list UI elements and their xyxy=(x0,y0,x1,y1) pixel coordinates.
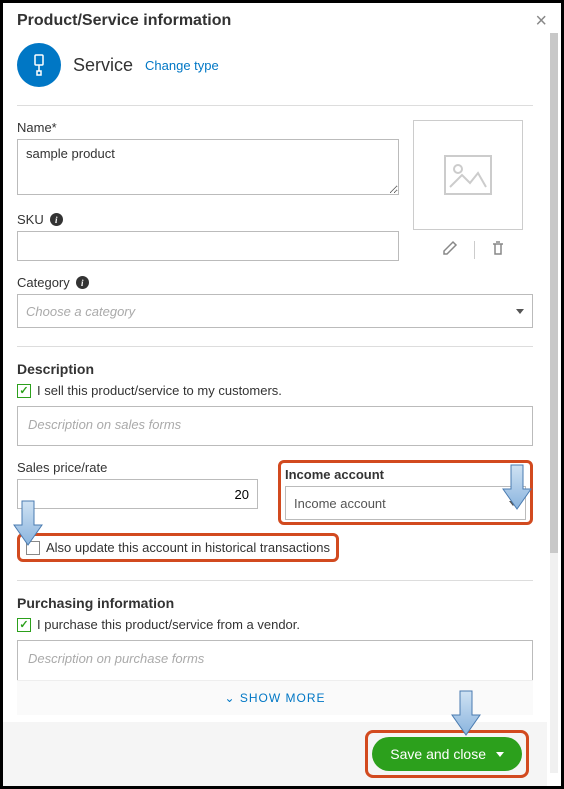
description-heading: Description xyxy=(17,361,533,377)
save-and-close-button[interactable]: Save and close xyxy=(372,737,522,771)
name-label: Name* xyxy=(17,120,399,135)
purchase-checkbox-label: I purchase this product/service from a v… xyxy=(37,617,300,632)
historical-checkbox[interactable] xyxy=(26,541,40,555)
divider xyxy=(17,105,533,106)
sales-description-input[interactable]: Description on sales forms xyxy=(17,406,533,446)
image-placeholder[interactable] xyxy=(413,120,523,230)
chevron-down-icon: ⌄ xyxy=(224,691,235,705)
purchasing-heading: Purchasing information xyxy=(17,595,533,611)
divider xyxy=(17,346,533,347)
income-account-placeholder: Income account xyxy=(294,496,386,511)
sku-label: SKU xyxy=(17,212,44,227)
income-account-label: Income account xyxy=(285,467,526,482)
historical-checkbox-label: Also update this account in historical t… xyxy=(46,540,330,555)
chevron-down-icon xyxy=(496,752,504,757)
chevron-down-icon xyxy=(509,501,517,506)
divider xyxy=(474,241,475,259)
category-placeholder: Choose a category xyxy=(26,304,135,319)
product-type-label: Service xyxy=(73,55,133,76)
purchase-checkbox[interactable] xyxy=(17,618,31,632)
show-more-button[interactable]: ⌄ SHOW MORE xyxy=(17,680,533,715)
category-select[interactable]: Choose a category xyxy=(17,294,533,328)
sell-checkbox[interactable] xyxy=(17,384,31,398)
close-icon[interactable]: × xyxy=(535,11,547,31)
change-type-link[interactable]: Change type xyxy=(145,58,219,73)
purchase-description-input[interactable]: Description on purchase forms xyxy=(17,640,533,680)
modal-title: Product/Service information xyxy=(17,12,231,30)
scrollbar-thumb[interactable] xyxy=(550,33,558,553)
service-type-icon xyxy=(17,43,61,87)
historical-highlight: Also update this account in historical t… xyxy=(17,533,339,562)
sales-price-label: Sales price/rate xyxy=(17,460,258,475)
delete-image-icon[interactable] xyxy=(491,240,505,259)
income-account-highlight: Income account Income account xyxy=(278,460,533,525)
save-button-highlight: Save and close xyxy=(365,730,529,778)
chevron-down-icon xyxy=(516,309,524,314)
sales-price-input[interactable] xyxy=(17,479,258,509)
sku-input[interactable] xyxy=(17,231,399,261)
info-icon[interactable]: i xyxy=(76,276,89,289)
divider xyxy=(17,580,533,581)
category-label: Category xyxy=(17,275,70,290)
edit-image-icon[interactable] xyxy=(442,240,458,259)
income-account-select[interactable]: Income account xyxy=(285,486,526,520)
sell-checkbox-label: I sell this product/service to my custom… xyxy=(37,383,282,398)
info-icon[interactable]: i xyxy=(50,213,63,226)
name-input[interactable]: sample product xyxy=(17,139,399,195)
